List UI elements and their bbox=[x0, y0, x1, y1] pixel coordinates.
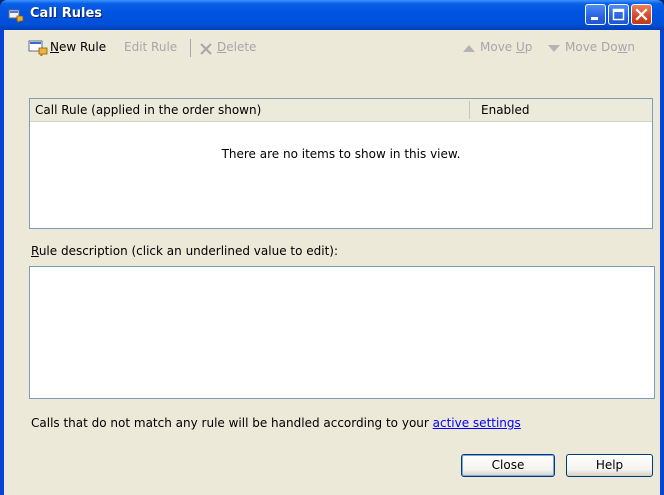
move-up-icon bbox=[463, 45, 475, 52]
column-call-rule[interactable]: Call Rule (applied in the order shown) bbox=[35, 103, 261, 117]
new-rule-label: ew Rule bbox=[58, 40, 107, 54]
toolbar-separator bbox=[190, 39, 191, 57]
call-rules-window: Call Rules New Rule Edit Rule Delete Mov… bbox=[0, 0, 664, 495]
call-rules-list[interactable]: Call Rule (applied in the order shown) E… bbox=[29, 98, 653, 229]
column-enabled[interactable]: Enabled bbox=[481, 103, 530, 117]
footer-message: Calls that do not match any rule will be… bbox=[31, 416, 521, 430]
help-button[interactable]: Help bbox=[566, 454, 653, 477]
call-rules-icon bbox=[8, 9, 24, 23]
minimize-icon bbox=[591, 17, 598, 20]
move-up-label: Move bbox=[480, 40, 516, 54]
close-button[interactable]: Close bbox=[461, 454, 555, 477]
list-header: Call Rule (applied in the order shown) E… bbox=[30, 99, 652, 122]
rule-description-mnemonic: R bbox=[31, 244, 39, 258]
close-icon bbox=[635, 8, 648, 21]
empty-list-message: There are no items to show in this view. bbox=[221, 147, 461, 161]
rule-description-box[interactable] bbox=[29, 266, 655, 399]
move-down-icon bbox=[548, 45, 560, 52]
rule-description-label: Rule description (click an underlined va… bbox=[31, 244, 338, 258]
move-down-button[interactable]: Move Down bbox=[565, 40, 635, 54]
close-window-button[interactable] bbox=[631, 4, 652, 25]
delete-icon bbox=[200, 43, 212, 55]
active-settings-link[interactable]: active settings bbox=[433, 416, 521, 430]
maximize-button[interactable] bbox=[608, 4, 629, 25]
footer-text: Calls that do not match any rule will be… bbox=[31, 416, 433, 430]
move-up-mnemonic: U bbox=[516, 40, 525, 54]
new-rule-button[interactable]: New Rule bbox=[50, 40, 106, 54]
rule-description-text: ule description (click an underlined val… bbox=[38, 244, 339, 258]
move-down-label-end: n bbox=[627, 40, 636, 54]
window-title: Call Rules bbox=[30, 6, 103, 21]
toolbar: New Rule Edit Rule Delete Move Up Move D… bbox=[4, 36, 660, 60]
column-separator[interactable] bbox=[469, 101, 470, 119]
edit-rule-button[interactable]: Edit Rule bbox=[124, 40, 177, 54]
move-up-button[interactable]: Move Up bbox=[480, 40, 532, 54]
move-down-label: Move Do bbox=[565, 40, 618, 54]
minimize-button[interactable] bbox=[585, 4, 606, 25]
delete-label: elete bbox=[226, 40, 257, 54]
move-down-mnemonic: w bbox=[617, 40, 628, 54]
new-rule-icon bbox=[28, 40, 48, 56]
delete-mnemonic: D bbox=[217, 40, 227, 54]
title-bar[interactable]: Call Rules bbox=[0, 0, 664, 30]
move-up-label-end: p bbox=[524, 40, 533, 54]
maximize-icon bbox=[612, 8, 625, 21]
new-rule-mnemonic: N bbox=[50, 40, 59, 54]
delete-button[interactable]: Delete bbox=[217, 40, 256, 54]
